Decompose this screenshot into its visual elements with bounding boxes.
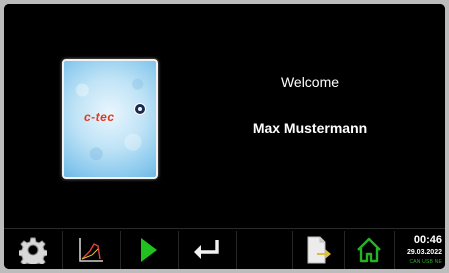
- welcome-panel: c-tec Welcome Max Mustermann: [4, 4, 445, 226]
- welcome-heading: Welcome: [280, 74, 340, 90]
- home-button[interactable]: [344, 231, 395, 269]
- clock-time: 00:46: [413, 234, 442, 246]
- settings-button[interactable]: [4, 231, 63, 269]
- connection-status: CAN USB NE: [409, 259, 442, 265]
- logo-mark-icon: [134, 103, 146, 115]
- gear-icon: [19, 237, 47, 264]
- start-button[interactable]: [120, 231, 179, 269]
- export-button[interactable]: [292, 231, 345, 269]
- export-icon: [307, 236, 331, 264]
- clock-area: 00:46 29.03.2022 CAN USB NE: [401, 229, 445, 269]
- empty-slot: [236, 231, 293, 269]
- enter-icon: [194, 240, 219, 259]
- graph-icon: [79, 238, 103, 262]
- graph-button[interactable]: [62, 231, 121, 269]
- play-icon: [141, 238, 157, 262]
- clock-date: 29.03.2022: [406, 249, 442, 256]
- user-badge-card: c-tec: [62, 59, 158, 179]
- home-icon: [357, 237, 381, 263]
- enter-button[interactable]: [178, 231, 237, 269]
- bottom-toolbar: 00:46 29.03.2022 CAN USB NE: [4, 228, 445, 269]
- c-tec-logo: c-tec: [84, 110, 115, 124]
- user-name: Max Mustermann: [252, 120, 368, 136]
- screen: c-tec Welcome Max Mustermann 00:46 29.03…: [4, 4, 445, 269]
